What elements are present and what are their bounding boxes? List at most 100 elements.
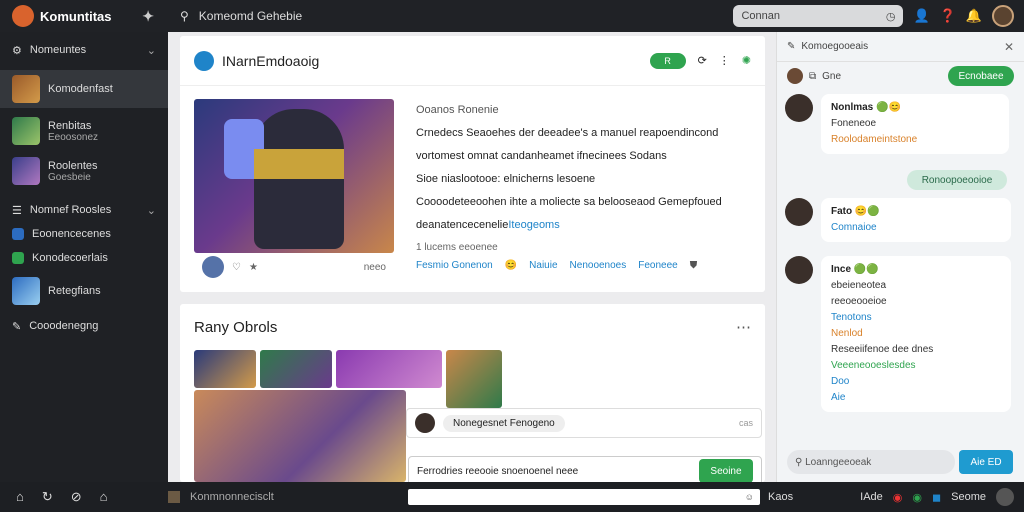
avatar[interactable] bbox=[785, 94, 813, 122]
file-icon bbox=[168, 491, 180, 503]
message-action[interactable]: Roolodameintstone bbox=[831, 132, 999, 148]
status-icon[interactable]: ◉ bbox=[912, 491, 922, 504]
chevron-down-icon: ⌄ bbox=[146, 44, 156, 57]
list-item[interactable]: Nenlod bbox=[831, 326, 1001, 342]
avatar[interactable] bbox=[785, 198, 813, 226]
app-logo bbox=[12, 5, 34, 27]
list-item[interactable]: Reseeiifenoe dee dnes bbox=[831, 342, 1001, 358]
send-button[interactable]: Aie ED bbox=[959, 450, 1013, 474]
chat-icon[interactable] bbox=[996, 488, 1014, 506]
sidebar-item-community[interactable]: Renbitas Eeoosonez bbox=[0, 112, 168, 150]
status-box[interactable]: Connan ◷ bbox=[733, 5, 904, 27]
gallery-tile[interactable] bbox=[260, 350, 332, 388]
sidebar-section[interactable]: ☰ Nomnef Roosles ⌄ bbox=[0, 198, 168, 222]
sidebar-item-community[interactable]: Roolentes Goesbeie bbox=[0, 152, 168, 190]
brand[interactable]: Komuntitas ✦ bbox=[0, 5, 168, 27]
sidebar-item-active[interactable]: Komodenfast bbox=[0, 70, 168, 108]
footer-link[interactable]: Naiuie bbox=[529, 260, 557, 271]
post-line: Sioe niaslootooe: elnicherns lesoene bbox=[416, 173, 596, 186]
gallery-tile[interactable] bbox=[446, 350, 502, 408]
toolbar-text: Gne bbox=[822, 70, 842, 82]
home-icon[interactable]: ⌂ bbox=[16, 489, 24, 505]
gear-icon[interactable]: ✺ bbox=[742, 54, 751, 67]
send-button[interactable]: Seoine bbox=[699, 459, 753, 483]
post-logo bbox=[194, 50, 214, 71]
list-item[interactable]: Veeeneooeslesdes bbox=[831, 358, 1001, 374]
top-search[interactable]: ⚲ Komeomd Gehebie bbox=[168, 9, 302, 23]
sidebar-item[interactable]: Retegfians bbox=[0, 272, 168, 310]
sidebar-item-label: Retegfians bbox=[48, 285, 101, 297]
reply-pill[interactable]: Ronoopoeooioe bbox=[907, 170, 1007, 190]
list-item[interactable]: Aie bbox=[831, 390, 1001, 406]
share-icon[interactable]: ⟳ bbox=[698, 54, 707, 67]
message-text: Ferrodries reeooie snoenoenel neee bbox=[417, 465, 579, 477]
sidebar-item-label: Nomnef Roosles bbox=[29, 204, 112, 216]
bell-icon[interactable]: 🔔 bbox=[966, 8, 982, 24]
emoji-icon: 😊 bbox=[504, 260, 518, 271]
avatar[interactable] bbox=[787, 68, 803, 84]
chat-input[interactable]: ⚲ Loanngeeoeak bbox=[787, 450, 955, 474]
app-title: Komuntitas bbox=[40, 8, 112, 24]
top-bar: Komuntitas ✦ ⚲ Komeomd Gehebie Connan ◷ … bbox=[0, 0, 1024, 32]
list-icon: ☰ bbox=[12, 204, 22, 217]
status-label: Kaos bbox=[768, 491, 794, 503]
close-label[interactable]: cas bbox=[739, 418, 753, 428]
more-icon[interactable]: ⋮ bbox=[719, 54, 730, 67]
refresh-icon[interactable]: ↻ bbox=[42, 489, 53, 505]
settings-icon[interactable]: ✦ bbox=[142, 8, 154, 25]
emoji-icon: 😊🟢 bbox=[854, 206, 880, 217]
right-label: IAde bbox=[860, 491, 883, 503]
post-line-text: deanatencecenelie bbox=[416, 219, 509, 232]
star-icon[interactable]: ★ bbox=[249, 262, 258, 273]
footer-link[interactable]: Fesmio Gonenon bbox=[416, 260, 493, 271]
avatar bbox=[415, 413, 435, 433]
chat-preview[interactable]: Nonegesnet Fenogeno cas bbox=[406, 408, 762, 438]
sidebar-item-label: Eoonencecenes bbox=[32, 228, 111, 240]
shield-icon[interactable]: ⛊ bbox=[690, 260, 698, 271]
author-avatar[interactable] bbox=[202, 256, 224, 278]
bottom-input[interactable]: ☺ bbox=[408, 489, 760, 505]
message-line[interactable]: Comnaioe bbox=[831, 220, 1001, 236]
emoji-icon: 🟢🟢 bbox=[853, 264, 879, 275]
toolbar-button[interactable]: Ecnobaee bbox=[948, 66, 1014, 86]
post-artwork[interactable] bbox=[194, 99, 394, 253]
sidebar-item-label: Roolentes bbox=[48, 159, 98, 172]
app-icon[interactable]: ◼ bbox=[932, 491, 941, 504]
sidebar-item-label: Komodenfast bbox=[48, 83, 113, 95]
sender-name: Nonlmas bbox=[831, 102, 874, 113]
copy-icon[interactable]: ⧉ bbox=[809, 71, 816, 82]
post-meta: 1 lucems eeoenee bbox=[416, 242, 498, 254]
sidebar-item[interactable]: Eoonencecenes bbox=[0, 222, 168, 246]
post-line: Coooodeteeoohen ihte a moliecte sa beloo… bbox=[416, 196, 722, 209]
grid-icon: ⚙ bbox=[12, 44, 22, 57]
gallery-tile[interactable] bbox=[336, 350, 442, 388]
more-icon[interactable]: ⋯ bbox=[736, 318, 751, 336]
footer-link[interactable]: Feoneee bbox=[638, 260, 677, 271]
post-footer: Fesmio Gonenon 😊 Naiuie Nenooenoes Feone… bbox=[416, 260, 697, 271]
sidebar-item[interactable]: Konodecoerlais bbox=[0, 246, 168, 270]
notification-icon[interactable]: ◉ bbox=[893, 491, 903, 504]
post-link[interactable]: Iteogeoms bbox=[508, 219, 559, 231]
chat-input-text: Loanngeeoeak bbox=[805, 456, 872, 468]
sidebar-item[interactable]: ✎ Cooodenegng bbox=[0, 314, 168, 338]
main-feed: INarnEmdoaoig R ⟳ ⋮ ✺ ♡ ★ neeo Ooanos Ro… bbox=[168, 32, 776, 486]
gallery-tile[interactable] bbox=[194, 350, 256, 388]
footer-link[interactable]: Nenooenoes bbox=[570, 260, 627, 271]
list-item[interactable]: Doo bbox=[831, 374, 1001, 390]
sidebar-item-home[interactable]: ⚙ Nomeuntes ⌄ bbox=[0, 38, 168, 62]
avatar[interactable] bbox=[992, 5, 1014, 27]
link-icon[interactable]: ⊘ bbox=[71, 489, 82, 505]
help-icon[interactable]: ❓ bbox=[940, 8, 956, 24]
house-icon[interactable]: ⌂ bbox=[100, 489, 108, 505]
avatar[interactable] bbox=[785, 256, 813, 284]
chevron-down-icon: ⌄ bbox=[146, 204, 156, 217]
community-thumb bbox=[12, 157, 40, 185]
gallery-banner[interactable] bbox=[194, 390, 406, 482]
sidebar-item-sub: Eeoosonez bbox=[48, 131, 99, 143]
react-icon[interactable]: ♡ bbox=[232, 262, 241, 273]
message-line[interactable]: Tenotons bbox=[831, 310, 1001, 326]
chat-icon: ✎ bbox=[12, 320, 22, 333]
user-icon[interactable]: 👤 bbox=[913, 8, 929, 24]
post-tag[interactable]: R bbox=[649, 52, 686, 69]
close-icon[interactable]: ✕ bbox=[1004, 40, 1014, 54]
